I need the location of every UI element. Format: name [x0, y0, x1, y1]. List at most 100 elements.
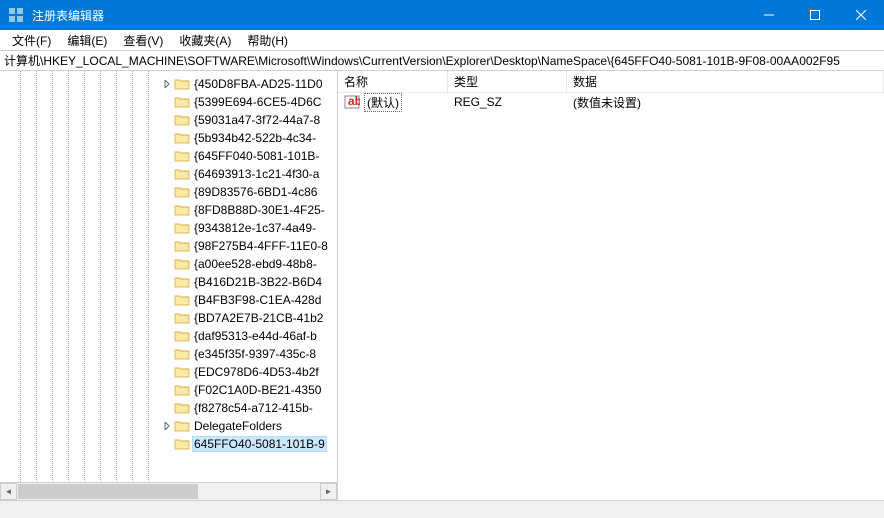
- tree-item[interactable]: {89D83576-6BD1-4c86: [0, 183, 337, 201]
- folder-icon: [174, 311, 190, 325]
- tree-item-label: {BD7A2E7B-21CB-41b2: [192, 311, 325, 325]
- tree-item[interactable]: {59031a47-3f72-44a7-8: [0, 111, 337, 129]
- tree-spacer: [160, 365, 174, 379]
- tree-item-label: {daf95313-e44d-46af-b: [192, 329, 319, 343]
- maximize-button[interactable]: [792, 0, 838, 30]
- tree-item[interactable]: {B416D21B-3B22-B6D4: [0, 273, 337, 291]
- expand-icon[interactable]: [160, 419, 174, 433]
- menu-favorites[interactable]: 收藏夹(A): [171, 30, 239, 51]
- tree-item-label: {EDC978D6-4D53-4b2f: [192, 365, 321, 379]
- tree-item-label: {e345f35f-9397-435c-8: [192, 347, 318, 361]
- folder-icon: [174, 77, 190, 91]
- svg-text:ab: ab: [348, 95, 360, 108]
- folder-icon: [174, 239, 190, 253]
- tree-spacer: [160, 185, 174, 199]
- column-header-type[interactable]: 类型: [448, 71, 567, 92]
- folder-icon: [174, 293, 190, 307]
- tree-item[interactable]: {98F275B4-4FFF-11E0-8: [0, 237, 337, 255]
- tree-item[interactable]: {64693913-1c21-4f30-a: [0, 165, 337, 183]
- tree-spacer: [160, 401, 174, 415]
- folder-icon: [174, 365, 190, 379]
- value-row[interactable]: ab (默认) REG_SZ (数值未设置): [338, 93, 884, 111]
- tree-spacer: [160, 203, 174, 217]
- tree-item-label: {5b934b42-522b-4c34-: [192, 131, 318, 145]
- tree-item[interactable]: {645FF040-5081-101B-: [0, 147, 337, 165]
- tree-item-label: {89D83576-6BD1-4c86: [192, 185, 319, 199]
- tree-spacer: [160, 437, 174, 451]
- app-icon: [8, 7, 24, 23]
- folder-icon: [174, 131, 190, 145]
- address-bar[interactable]: 计算机\HKEY_LOCAL_MACHINE\SOFTWARE\Microsof…: [0, 51, 884, 71]
- tree-item-label: {9343812e-1c37-4a49-: [192, 221, 318, 235]
- folder-icon: [174, 167, 190, 181]
- tree-spacer: [160, 95, 174, 109]
- tree-item[interactable]: {f8278c54-a712-415b-: [0, 399, 337, 417]
- tree-item[interactable]: {F02C1A0D-BE21-4350: [0, 381, 337, 399]
- tree-spacer: [160, 131, 174, 145]
- folder-icon: [174, 419, 190, 433]
- column-header-name[interactable]: 名称: [338, 71, 448, 92]
- tree-spacer: [160, 167, 174, 181]
- tree-item-label: {59031a47-3f72-44a7-8: [192, 113, 322, 127]
- folder-icon: [174, 275, 190, 289]
- tree-item-label: {645FF040-5081-101B-: [192, 149, 321, 163]
- tree-horizontal-scrollbar[interactable]: ◄ ►: [0, 482, 337, 500]
- tree-item[interactable]: 645FFO40-5081-101B-9: [0, 435, 337, 453]
- tree-item-label: 645FFO40-5081-101B-9: [192, 436, 327, 452]
- values-header: 名称 类型 数据: [338, 71, 884, 93]
- address-text: 计算机\HKEY_LOCAL_MACHINE\SOFTWARE\Microsof…: [4, 52, 840, 69]
- minimize-button[interactable]: [746, 0, 792, 30]
- titlebar: 注册表编辑器: [0, 0, 884, 30]
- value-type: REG_SZ: [454, 95, 502, 109]
- tree-item-label: {8FD8B88D-30E1-4F25-: [192, 203, 327, 217]
- folder-icon: [174, 149, 190, 163]
- tree-spacer: [160, 347, 174, 361]
- folder-icon: [174, 95, 190, 109]
- tree-item-label: {f8278c54-a712-415b-: [192, 401, 315, 415]
- tree-item[interactable]: {B4FB3F98-C1EA-428d: [0, 291, 337, 309]
- tree-scroll[interactable]: {450D8FBA-AD25-11D0{5399E694-6CE5-4D6C {5…: [0, 71, 337, 500]
- tree-spacer: [160, 383, 174, 397]
- menu-view[interactable]: 查看(V): [115, 30, 171, 51]
- tree-item[interactable]: {EDC978D6-4D53-4b2f: [0, 363, 337, 381]
- folder-icon: [174, 113, 190, 127]
- folder-icon: [174, 185, 190, 199]
- scroll-left-button[interactable]: ◄: [0, 483, 17, 500]
- tree-item-label: DelegateFolders: [192, 419, 284, 433]
- close-button[interactable]: [838, 0, 884, 30]
- tree-item[interactable]: {8FD8B88D-30E1-4F25-: [0, 201, 337, 219]
- tree-item[interactable]: DelegateFolders: [0, 417, 337, 435]
- window-title: 注册表编辑器: [32, 7, 746, 24]
- folder-icon: [174, 203, 190, 217]
- folder-icon: [174, 401, 190, 415]
- menu-file[interactable]: 文件(F): [4, 30, 59, 51]
- menu-help[interactable]: 帮助(H): [239, 30, 296, 51]
- tree-item[interactable]: {a00ee528-ebd9-48b8-: [0, 255, 337, 273]
- tree-item[interactable]: {450D8FBA-AD25-11D0: [0, 75, 337, 93]
- tree-spacer: [160, 311, 174, 325]
- expand-icon[interactable]: [160, 77, 174, 91]
- menu-edit[interactable]: 编辑(E): [59, 30, 115, 51]
- tree-item-label: {98F275B4-4FFF-11E0-8: [192, 239, 330, 253]
- folder-icon: [174, 437, 190, 451]
- tree-spacer: [160, 149, 174, 163]
- tree-item[interactable]: {daf95313-e44d-46af-b: [0, 327, 337, 345]
- tree-item[interactable]: {BD7A2E7B-21CB-41b2: [0, 309, 337, 327]
- scroll-right-button[interactable]: ►: [320, 483, 337, 500]
- tree-spacer: [160, 113, 174, 127]
- tree-item[interactable]: {5399E694-6CE5-4D6C: [0, 93, 337, 111]
- folder-icon: [174, 329, 190, 343]
- tree-item[interactable]: {e345f35f-9397-435c-8: [0, 345, 337, 363]
- values-pane: 名称 类型 数据 ab (默认) REG_SZ (数值未设置): [338, 71, 884, 500]
- scroll-track[interactable]: [17, 483, 320, 500]
- scroll-thumb[interactable]: [18, 484, 198, 499]
- tree-item[interactable]: {9343812e-1c37-4a49-: [0, 219, 337, 237]
- tree-spacer: [160, 257, 174, 271]
- tree-spacer: [160, 275, 174, 289]
- tree-item[interactable]: {5b934b42-522b-4c34-: [0, 129, 337, 147]
- tree-pane: {450D8FBA-AD25-11D0{5399E694-6CE5-4D6C {5…: [0, 71, 338, 500]
- folder-icon: [174, 383, 190, 397]
- column-header-data[interactable]: 数据: [567, 71, 884, 92]
- string-value-icon: ab: [344, 95, 360, 109]
- folder-icon: [174, 221, 190, 235]
